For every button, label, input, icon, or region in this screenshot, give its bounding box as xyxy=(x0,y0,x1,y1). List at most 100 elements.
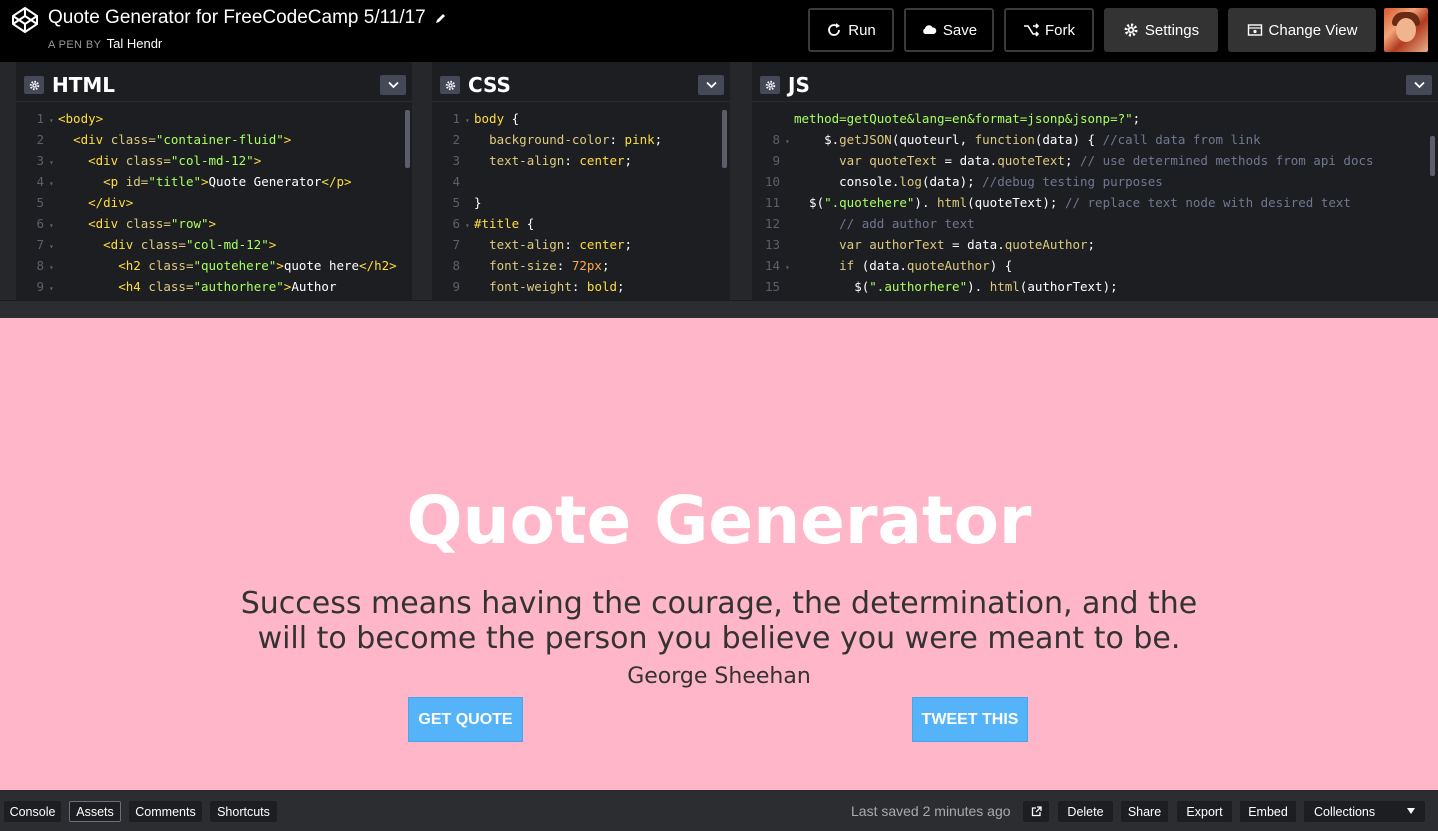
js-code-line[interactable]: 8 ▾ $.getJSON(quoteurl, function(data) { … xyxy=(752,129,1438,150)
code-token: <p xyxy=(103,174,126,189)
js-code-line[interactable]: method=getQuote&lang=en&format=jsonp&jso… xyxy=(752,108,1438,129)
code-token: (authorText); xyxy=(1019,279,1118,294)
shortcuts-button[interactable]: Shortcuts xyxy=(210,801,277,822)
js-code-line[interactable]: 9 var quoteText = data.quoteText; // use… xyxy=(752,150,1438,171)
change-view-button[interactable]: Change View xyxy=(1228,8,1376,52)
html-scrollbar[interactable] xyxy=(405,110,410,168)
html-code-line[interactable]: 1 ▾ <body> xyxy=(16,108,412,129)
css-code-line[interactable]: 8 font-size: 72px; xyxy=(432,255,730,276)
js-code-line[interactable]: 14 ▾ if (data.quoteAuthor) { xyxy=(752,255,1438,276)
fold-arrow-icon[interactable]: ▾ xyxy=(46,173,58,194)
css-code-area[interactable]: 1 ▾ body {2 background-color: pink; 3 text-… xyxy=(432,108,730,298)
css-code-line[interactable]: 1 ▾ body { xyxy=(432,108,730,129)
pen-by-label: A PEN BY xyxy=(48,39,102,51)
css-code-line[interactable]: 9 font-weight: bold; xyxy=(432,276,730,297)
css-code-line[interactable]: 5} xyxy=(432,192,730,213)
html-code-line[interactable]: 5 </div> xyxy=(16,192,412,213)
chevron-down-icon xyxy=(387,81,399,89)
html-code-area[interactable]: 1 ▾ <body> 2 <div class="container-fluid"> 3… xyxy=(16,108,412,298)
code-token: var xyxy=(839,237,870,252)
css-code-line[interactable]: 3 text-align: center; xyxy=(432,150,730,171)
js-code-line[interactable]: 13 var authorText = data.quoteAuthor; xyxy=(752,234,1438,255)
fork-button[interactable]: Fork xyxy=(1004,8,1094,52)
assets-button[interactable]: Assets xyxy=(69,801,121,822)
html-code-line[interactable]: 6 ▾ <div class="row"> xyxy=(16,213,412,234)
save-button[interactable]: Save xyxy=(904,8,994,52)
tweet-button[interactable]: TWEET THIS xyxy=(912,697,1028,742)
user-avatar[interactable] xyxy=(1384,8,1428,52)
preview-pane: Quote Generator Success means having the… xyxy=(0,318,1438,790)
line-number: 8 xyxy=(772,132,780,147)
settings-button[interactable]: Settings xyxy=(1104,8,1218,52)
pencil-icon[interactable] xyxy=(434,12,447,25)
fold-arrow-icon[interactable]: ▾ xyxy=(46,215,58,236)
code-token: (data) { xyxy=(1034,132,1103,147)
fold-arrow-icon[interactable]: ▾ xyxy=(46,236,58,257)
html-code-line[interactable]: 3 ▾ <div class="col-md-12"> xyxy=(16,150,412,171)
css-settings-button[interactable] xyxy=(440,76,460,94)
fold-arrow-icon[interactable]: ▾ xyxy=(462,215,474,236)
code-token: ; xyxy=(1064,153,1081,168)
share-button[interactable]: Share xyxy=(1121,801,1168,822)
css-code-line[interactable]: 7 text-align: center; xyxy=(432,234,730,255)
open-external-button[interactable] xyxy=(1023,801,1049,822)
css-code-line[interactable]: 6 ▾ #title { xyxy=(432,213,730,234)
js-code-line[interactable]: 10 console.log(data); //debug testing pu… xyxy=(752,171,1438,192)
js-code-area[interactable]: method=getQuote&lang=en&format=jsonp&jso… xyxy=(752,108,1438,298)
code-token: ; xyxy=(1087,237,1096,252)
code-token: (quoteurl, xyxy=(891,132,975,147)
delete-button[interactable]: Delete xyxy=(1058,801,1113,822)
code-token: font-weight xyxy=(489,279,572,294)
css-collapse-button[interactable] xyxy=(698,75,724,95)
editor-resizer-2[interactable] xyxy=(730,62,752,300)
js-collapse-button[interactable] xyxy=(1406,75,1432,95)
fork-icon xyxy=(1024,23,1039,37)
fold-arrow-icon[interactable]: ▾ xyxy=(46,152,58,173)
js-code-line[interactable]: 12 // add author text xyxy=(752,213,1438,234)
html-code-line[interactable]: 4 ▾ <p id="title">Quote Generator</p> xyxy=(16,171,412,192)
run-button[interactable]: Run xyxy=(808,8,894,52)
export-button[interactable]: Export xyxy=(1177,801,1232,822)
pen-title[interactable]: Quote Generator for FreeCodeCamp 5/11/17 xyxy=(48,7,447,29)
code-token: : xyxy=(564,237,580,252)
comments-button[interactable]: Comments xyxy=(129,801,202,822)
html-code-line[interactable]: 8 ▾ <h2 class="quotehere">quote here</h2> xyxy=(16,255,412,276)
js-code-line[interactable]: 15 $(".authorhere"). html(authorText); xyxy=(752,276,1438,297)
line-number: 14 xyxy=(764,258,780,273)
fold-arrow-icon[interactable]: ▾ xyxy=(462,110,474,131)
html-code-line[interactable]: 2 <div class="container-fluid"> xyxy=(16,129,412,150)
fold-arrow-icon[interactable]: ▾ xyxy=(46,257,58,278)
collections-dropdown[interactable]: Collections xyxy=(1304,801,1425,822)
css-editor-panel: CSS 1 ▾ body {2 background-color: pink; 3 t… xyxy=(432,68,730,300)
fold-arrow-icon[interactable]: ▾ xyxy=(782,257,794,278)
embed-button[interactable]: Embed xyxy=(1240,801,1296,822)
preview-resize-handle[interactable] xyxy=(0,300,1438,318)
css-code-line[interactable]: 2 background-color: pink; xyxy=(432,129,730,150)
fold-arrow-icon[interactable]: ▾ xyxy=(782,131,794,152)
js-scrollbar[interactable] xyxy=(1430,136,1435,176)
code-token: ). xyxy=(967,279,990,294)
fold-arrow-icon[interactable]: ▾ xyxy=(46,110,58,131)
code-token: "authorhere" xyxy=(193,279,284,294)
html-collapse-button[interactable] xyxy=(380,75,406,95)
code-token: : xyxy=(571,279,587,294)
console-button[interactable]: Console xyxy=(4,801,61,822)
editor-resizer-1[interactable] xyxy=(412,62,432,300)
fold-arrow-icon[interactable]: ▾ xyxy=(46,278,58,298)
get-quote-button[interactable]: GET QUOTE xyxy=(408,697,523,742)
html-settings-button[interactable] xyxy=(24,76,44,94)
code-token: var xyxy=(839,153,870,168)
css-code-line[interactable]: 4 xyxy=(432,171,730,192)
js-settings-button[interactable] xyxy=(760,76,780,94)
codepen-logo-icon[interactable] xyxy=(11,6,39,34)
chevron-down-icon xyxy=(1413,81,1425,89)
js-code-line[interactable]: 11 $(".quotehere"). html(quoteText); // … xyxy=(752,192,1438,213)
code-token: </div> xyxy=(88,195,134,210)
css-scrollbar[interactable] xyxy=(722,110,727,168)
pen-author-link[interactable]: Tal Hendr xyxy=(107,36,163,51)
code-token: quoteAuthor xyxy=(1004,237,1088,252)
html-code-line[interactable]: 9 ▾ <h4 class="authorhere">Author xyxy=(16,276,412,297)
html-code-line[interactable]: 7 ▾ <div class="col-md-12"> xyxy=(16,234,412,255)
